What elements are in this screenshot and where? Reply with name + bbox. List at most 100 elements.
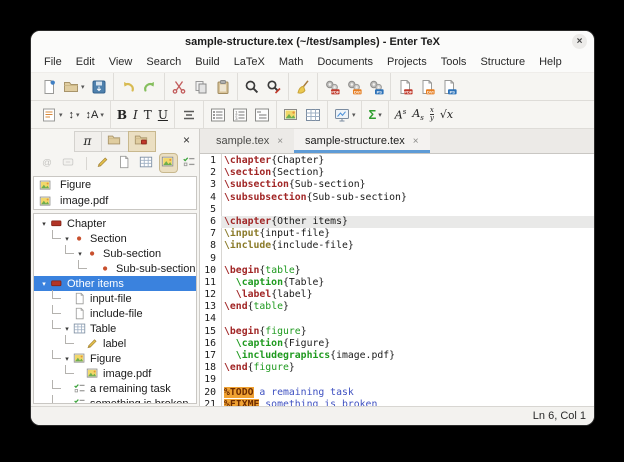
square-root-button[interactable]: √x: [437, 103, 456, 127]
filter-files[interactable]: [117, 154, 135, 172]
expand-arrow-icon[interactable]: ▾: [39, 220, 49, 228]
build-dvi-button[interactable]: DVI: [343, 75, 365, 99]
menu-file[interactable]: File: [37, 54, 69, 70]
enumerate-list-button[interactable]: 123: [229, 103, 251, 127]
menu-tools[interactable]: Tools: [434, 54, 474, 70]
itemize-list-button[interactable]: [207, 103, 229, 127]
expand-arrow-icon[interactable]: ▾: [39, 280, 49, 288]
menu-search[interactable]: Search: [139, 54, 188, 70]
code-line-21: 21%FIXME something is broken: [200, 399, 594, 406]
editor-tab-sample-structure-tex[interactable]: sample-structure.tex ×: [294, 129, 430, 153]
code-line-9: 9: [200, 253, 594, 265]
sidebar-tab-math-symbols[interactable]: π: [74, 131, 102, 152]
menu-latex[interactable]: LaTeX: [227, 54, 272, 70]
math-sum-button[interactable]: Σ▾: [365, 103, 384, 127]
center-environment-button[interactable]: [178, 103, 200, 127]
tab-close-icon[interactable]: ×: [413, 136, 419, 147]
editor-tab-sample-tex[interactable]: sample.tex×: [205, 129, 294, 153]
menu-help[interactable]: Help: [532, 54, 569, 70]
insert-image-button[interactable]: [280, 103, 302, 127]
expand-arrow-icon[interactable]: ▾: [75, 250, 85, 258]
find-replace-button[interactable]: [263, 75, 285, 99]
tree-item-image-pdf[interactable]: image.pdf: [34, 366, 196, 381]
tree-item-sub-section[interactable]: ▾Sub-section: [34, 246, 196, 261]
filter-references[interactable]: @: [39, 154, 57, 172]
insert-table-button[interactable]: [302, 103, 324, 127]
expand-arrow-icon[interactable]: ▾: [62, 235, 72, 243]
menu-documents[interactable]: Documents: [310, 54, 380, 70]
tree-connector: [65, 365, 74, 374]
tree-item-other-items[interactable]: ▾Other items: [34, 276, 196, 291]
description-list-button[interactable]: [251, 103, 273, 127]
editor-tab-label: sample-structure.tex: [305, 135, 405, 147]
window-close-button[interactable]: ×: [572, 34, 587, 49]
save-button[interactable]: [88, 75, 110, 99]
tree-item-input-file[interactable]: input-file: [34, 291, 196, 306]
tab-close-icon[interactable]: ×: [277, 136, 283, 147]
open-file-button[interactable]: ▾: [60, 75, 88, 99]
insert-slide-button[interactable]: ▾: [331, 103, 359, 127]
structure-tree: ▾Chapter▾Section▾Sub-sectionSub-sub-sect…: [33, 213, 197, 404]
pencil-icon: [96, 155, 112, 171]
tree-item-table[interactable]: ▾Table: [34, 321, 196, 336]
filter-labels[interactable]: [95, 154, 113, 172]
underline-button[interactable]: U: [155, 103, 171, 127]
view-dvi-button[interactable]: DVI: [416, 75, 438, 99]
sectioning-select-button[interactable]: ▾: [38, 103, 66, 127]
expand-arrow-icon[interactable]: ▾: [62, 325, 72, 333]
italic-button[interactable]: I: [130, 103, 141, 127]
superscript-glyph: As: [395, 108, 407, 122]
cut-button[interactable]: [168, 75, 190, 99]
line-number: 5: [200, 204, 221, 216]
list-enumerate-icon: 123: [232, 107, 248, 123]
filter-figures[interactable]: [160, 154, 178, 172]
italic-glyph: I: [133, 108, 138, 122]
tree-item-figure[interactable]: ▾Figure: [34, 351, 196, 366]
font-size-button[interactable]: ↕A▾: [83, 103, 107, 127]
menu-edit[interactable]: Edit: [69, 54, 102, 70]
find-button[interactable]: [241, 75, 263, 99]
expand-arrow-icon[interactable]: ▾: [62, 355, 72, 363]
list-description-icon: [254, 107, 270, 123]
menu-math[interactable]: Math: [272, 54, 310, 70]
superscript-button[interactable]: As: [392, 103, 410, 127]
filter-tables[interactable]: [138, 154, 156, 172]
chevron-down-icon: ▾: [76, 111, 80, 119]
menu-build[interactable]: Build: [188, 54, 226, 70]
bold-button[interactable]: B: [114, 103, 130, 127]
copy-button[interactable]: [190, 75, 212, 99]
paste-button[interactable]: [212, 75, 234, 99]
menu-projects[interactable]: Projects: [380, 54, 434, 70]
sidebar-close-icon[interactable]: ×: [183, 133, 190, 147]
build-ps-button[interactable]: PS: [365, 75, 387, 99]
tree-item-section[interactable]: ▾Section: [34, 231, 196, 246]
typewriter-button[interactable]: T: [141, 103, 155, 127]
quicklist-item[interactable]: Figure: [34, 177, 196, 193]
view-ps-button[interactable]: PS: [438, 75, 460, 99]
line-spacing-button[interactable]: ↕▾: [66, 103, 83, 127]
tree-item-a-remaining-task[interactable]: a remaining task: [34, 381, 196, 396]
tree-item-include-file[interactable]: include-file: [34, 306, 196, 321]
tree-item-label: input-file: [90, 293, 132, 305]
menu-structure[interactable]: Structure: [473, 54, 532, 70]
page-icon: [72, 307, 87, 320]
redo-button[interactable]: [139, 75, 161, 99]
sidebar-tab-structure[interactable]: [128, 131, 156, 152]
subscript-button[interactable]: As: [409, 103, 427, 127]
sidebar-tab-open-documents[interactable]: [101, 131, 129, 152]
undo-button[interactable]: [117, 75, 139, 99]
filter-todos[interactable]: [181, 154, 199, 172]
menu-view[interactable]: View: [102, 54, 140, 70]
filter-frames[interactable]: [61, 154, 79, 172]
tree-item-something-is-broken[interactable]: something is broken: [34, 396, 196, 404]
fraction-button[interactable]: xy: [427, 103, 437, 127]
new-file-button[interactable]: [38, 75, 60, 99]
clean-auxiliary-button[interactable]: [292, 75, 314, 99]
quicklist-item[interactable]: image.pdf: [34, 193, 196, 209]
tree-item-chapter[interactable]: ▾Chapter: [34, 216, 196, 231]
tree-item-sub-sub-section[interactable]: Sub-sub-section: [34, 261, 196, 276]
build-pdf-button[interactable]: PDF: [321, 75, 343, 99]
code-area[interactable]: 1\chapter{Chapter}2\section{Section}3\su…: [200, 154, 594, 406]
view-pdf-button[interactable]: PDF: [394, 75, 416, 99]
tree-item-label[interactable]: label: [34, 336, 196, 351]
